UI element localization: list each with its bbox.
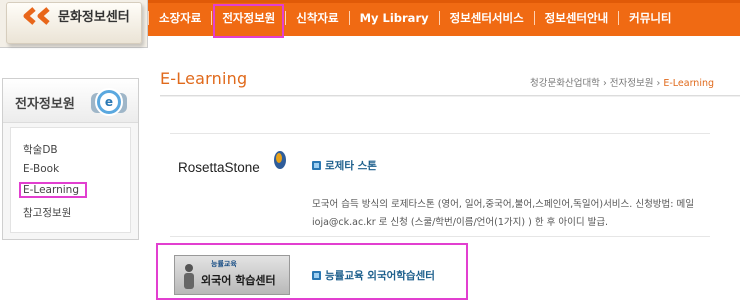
nav-item-community[interactable]: 커뮤니티 (619, 0, 681, 36)
sidebar-item-reference[interactable]: 참고정보원 (23, 205, 71, 220)
sidebar-header: 전자정보원 e (3, 79, 138, 123)
rosetta-stone-emblem-icon (274, 151, 286, 169)
language-center-logo[interactable]: 능률교육 외국어 학습센터 (174, 255, 290, 295)
service-title-language-center[interactable]: 능률교육 외국어학습센터 (312, 268, 435, 283)
bullet-icon (312, 161, 321, 170)
nav-item-e-resources[interactable]: 전자정보원 (212, 0, 285, 38)
sidebar-menu: 학술DB E-Book E-Learning 참고정보원 (10, 127, 131, 233)
sidebar: 전자정보원 e 학술DB E-Book E-Learning 참고정보원 (2, 78, 139, 240)
nav-item-guide[interactable]: 정보센터안내 (535, 0, 618, 36)
main-nav: 소장자료 전자정보원 신착자료 My Library 정보센터서비스 정보센터안… (148, 0, 681, 38)
rosetta-stone-logo-text: RosettaStone (178, 160, 260, 175)
sidebar-item-e-book[interactable]: E-Book (23, 163, 59, 175)
nav-item-services[interactable]: 정보센터서비스 (440, 0, 534, 36)
breadcrumb-chevron-icon: › (602, 78, 610, 89)
title-divider-shadow (160, 96, 740, 97)
row-divider (170, 236, 710, 237)
breadcrumb: 청강문화산업대학 › 전자정보원 › E-Learning (530, 75, 714, 89)
rosetta-stone-logo[interactable]: RosettaStone (174, 146, 290, 182)
breadcrumb-section[interactable]: 전자정보원 (610, 78, 654, 89)
row-divider (170, 133, 710, 134)
sidebar-title: 전자정보원 (15, 97, 75, 112)
e-badge-icon: e (91, 88, 127, 116)
service-title-language-center-text: 능률교육 외국어학습센터 (325, 270, 435, 282)
nav-item-my-library[interactable]: My Library (350, 0, 439, 36)
bullet-icon (312, 271, 321, 280)
service-title-rosetta-text: 로제타 스톤 (325, 160, 377, 172)
nav-item-holdings[interactable]: 소장자료 (149, 0, 211, 36)
logo-area[interactable]: 문화정보센터 (0, 0, 148, 48)
sidebar-item-academic-db[interactable]: 학술DB (23, 142, 58, 157)
language-center-logo-text: 외국어 학습센터 (201, 274, 276, 287)
language-center-logo-subtitle: 능률교육 (211, 260, 237, 268)
svg-text:e: e (105, 95, 113, 109)
sidebar-item-e-learning[interactable]: E-Learning (19, 182, 88, 198)
ck-logo-icon (23, 7, 50, 25)
service-title-rosetta[interactable]: 로제타 스톤 (312, 158, 377, 173)
language-center-figure-icon (184, 264, 194, 289)
page-title: E-Learning (160, 69, 248, 88)
breadcrumb-current: E-Learning (663, 78, 715, 89)
breadcrumb-home[interactable]: 청강문화산업대학 (530, 78, 600, 89)
nav-item-new-arrivals[interactable]: 신착자료 (286, 0, 348, 36)
service-description-rosetta: 모국어 습득 방식의 로제타스톤 (영어, 일어,중국어,불어,스페인어,독일어… (312, 199, 694, 228)
logo-text: 문화정보센터 (58, 10, 130, 25)
